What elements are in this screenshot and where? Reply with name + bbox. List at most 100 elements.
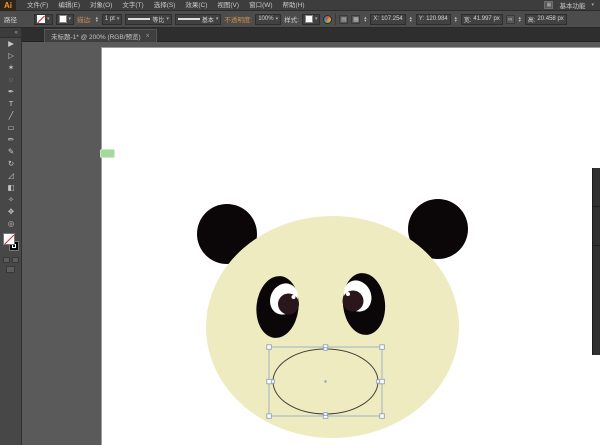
chevron-down-icon: ▾: [166, 16, 169, 22]
y-stepper[interactable]: ▲▼: [409, 16, 413, 22]
w-label: 宽:: [464, 15, 472, 24]
collapsed-panel-dock[interactable]: [592, 168, 600, 355]
panda-left-eye-highlight: [292, 295, 296, 299]
anchor-top[interactable]: [324, 347, 327, 350]
y-field[interactable]: Y: 120.984: [416, 14, 451, 25]
control-bar: 路径 ▾ ▾ 描边: ▲▼ 1 pt ▾ 等比 ▾ 基本 ▾ 不透明度: 100…: [0, 11, 600, 28]
brush-definition-dropdown[interactable]: 基本 ▾: [175, 14, 222, 25]
stroke-panel-link[interactable]: 描边:: [77, 14, 92, 24]
menu-select[interactable]: 选择(S): [149, 0, 181, 11]
align-icon[interactable]: ▤: [339, 15, 348, 24]
document-tab-bar: 未标题-1* @ 200% (RGB/预览) ×: [0, 28, 600, 42]
transform-panel-icon[interactable]: ▦: [351, 15, 360, 24]
selection-type-label: 路径: [4, 14, 17, 24]
line-segment-tool[interactable]: ╱: [0, 110, 22, 122]
panda-right-pupil: [343, 291, 364, 312]
panda-right-eye-highlight: [346, 292, 350, 296]
menu-file[interactable]: 文件(F): [22, 0, 53, 11]
brush-preview: [178, 18, 200, 20]
chevron-down-icon: ▾: [315, 16, 318, 22]
app-logo: Ai: [0, 0, 16, 11]
x-field[interactable]: X: 107.254: [370, 14, 405, 25]
handle-ne[interactable]: [380, 345, 385, 350]
fill-color-dropdown[interactable]: ▾: [34, 14, 53, 25]
style-dropdown[interactable]: ▾: [302, 14, 321, 25]
y-label: Y:: [419, 16, 424, 22]
menu-view[interactable]: 视图(V): [212, 0, 244, 11]
style-swatch: [305, 15, 313, 23]
handle-nw[interactable]: [267, 345, 272, 350]
close-icon[interactable]: ×: [146, 33, 150, 40]
menu-window[interactable]: 窗口(W): [244, 0, 277, 11]
fill-stroke-indicator[interactable]: [0, 233, 22, 255]
hand-tool[interactable]: ✥: [0, 206, 22, 218]
stroke-profile-preview: [128, 18, 150, 20]
panda-drawing: [102, 48, 600, 445]
type-tool[interactable]: T: [0, 98, 22, 110]
opacity-link[interactable]: 不透明度:: [224, 14, 252, 24]
stroke-swatch: [59, 15, 67, 23]
zoom-tool[interactable]: ◎: [0, 218, 22, 230]
selection-tool[interactable]: ▶: [0, 38, 22, 50]
tools-collapse-icon[interactable]: «: [0, 28, 21, 38]
opacity-field[interactable]: 100% ▾: [255, 14, 281, 25]
scale-tool[interactable]: ◿: [0, 170, 22, 182]
color-button[interactable]: [3, 257, 10, 263]
tools-panel: « ▶ ▷ ✶ ◌ ✒ T ╱ ▭ ✏ ✎ ↻ ◿ ◧ ✧ ✥ ◎: [0, 28, 22, 445]
lasso-tool[interactable]: ◌: [0, 74, 22, 86]
h-label: 高:: [528, 15, 536, 24]
height-field[interactable]: 高: 20.458 px: [525, 14, 567, 25]
panda-left-pupil: [278, 294, 299, 315]
paintbrush-tool[interactable]: ✏: [0, 134, 22, 146]
magic-wand-tool[interactable]: ✶: [0, 62, 22, 74]
divider: [593, 206, 600, 207]
direct-selection-tool[interactable]: ▷: [0, 50, 22, 62]
anchor-bottom[interactable]: [324, 412, 327, 415]
handle-sw[interactable]: [267, 414, 272, 419]
rotate-tool[interactable]: ↻: [0, 158, 22, 170]
menu-edit[interactable]: 编辑(E): [53, 0, 85, 11]
w-stepper[interactable]: ▲▼: [454, 16, 458, 22]
artboard[interactable]: [101, 47, 600, 445]
workspace-label[interactable]: 基本功能: [559, 0, 585, 10]
divider: [335, 13, 336, 25]
chevron-down-icon: ▾: [117, 16, 120, 22]
menu-object[interactable]: 对象(O): [85, 0, 117, 11]
handle-e[interactable]: [380, 379, 385, 384]
stroke-weight-stepper[interactable]: ▲▼: [95, 16, 99, 22]
x-stepper[interactable]: ▲▼: [363, 16, 367, 22]
pencil-tool[interactable]: ✎: [0, 146, 22, 158]
recolor-artwork-icon[interactable]: [323, 15, 332, 24]
width-field[interactable]: 宽: 41.997 px: [461, 14, 503, 25]
stroke-color-dropdown[interactable]: ▾: [56, 14, 75, 25]
workspace-switcher-icon[interactable]: ▦: [544, 1, 553, 9]
document-tab[interactable]: 未标题-1* @ 200% (RGB/预览) ×: [44, 29, 157, 42]
divider: [593, 245, 600, 246]
width-profile-dropdown[interactable]: 等比 ▾: [125, 14, 172, 25]
pen-tool[interactable]: ✒: [0, 86, 22, 98]
eyedropper-tool[interactable]: ✧: [0, 194, 22, 206]
chevron-down-icon: ▾: [591, 2, 594, 8]
anchor-right[interactable]: [376, 380, 379, 383]
anchor-left[interactable]: [271, 380, 274, 383]
menu-bar: Ai 文件(F) 编辑(E) 对象(O) 文字(T) 选择(S) 效果(C) 视…: [0, 0, 600, 11]
menu-effect[interactable]: 效果(C): [180, 0, 212, 11]
x-label: X:: [373, 16, 379, 22]
h-stepper[interactable]: ▲▼: [518, 16, 522, 22]
gradient-button[interactable]: [12, 257, 19, 263]
fill-none-swatch: [37, 15, 45, 23]
menu-type[interactable]: 文字(T): [117, 0, 148, 11]
handle-se[interactable]: [380, 414, 385, 419]
style-label: 样式:: [284, 14, 299, 24]
draw-mode-button[interactable]: [6, 266, 15, 273]
menu-help[interactable]: 帮助(H): [278, 0, 310, 11]
link-dimensions-icon[interactable]: ∞: [506, 15, 515, 24]
gradient-tool[interactable]: ◧: [0, 182, 22, 194]
stroke-weight-field[interactable]: 1 pt ▾: [102, 14, 123, 25]
rectangle-tool[interactable]: ▭: [0, 122, 22, 134]
illustrator-window: Ai 文件(F) 编辑(E) 对象(O) 文字(T) 选择(S) 效果(C) 视…: [0, 0, 600, 445]
handle-w[interactable]: [267, 379, 272, 384]
fill-color-swatch[interactable]: [3, 233, 15, 245]
chevron-down-icon: ▾: [47, 16, 50, 22]
ellipse-center-point[interactable]: [324, 380, 326, 382]
